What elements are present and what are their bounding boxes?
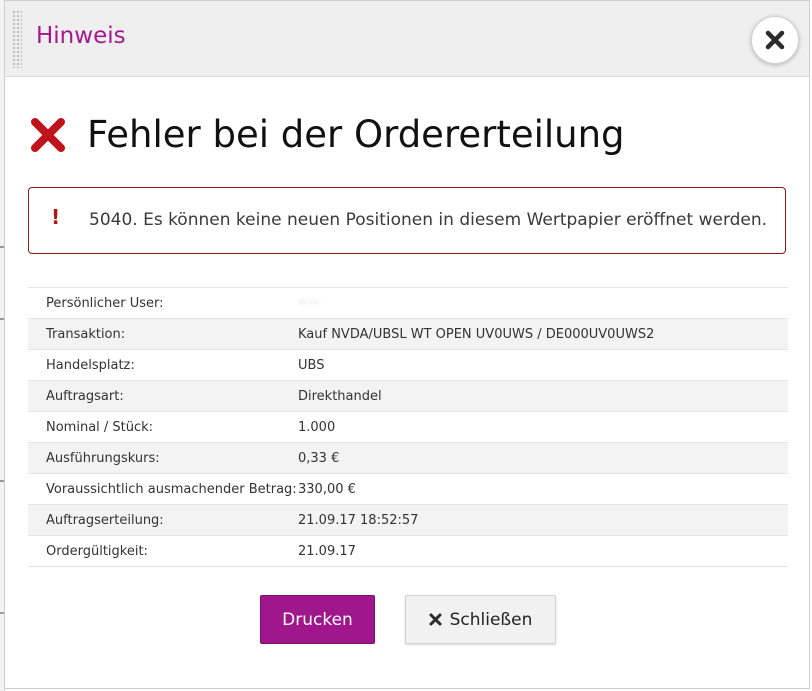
dialog-close-button[interactable] — [751, 16, 799, 64]
error-message: 5040. Es können keine neuen Positionen i… — [89, 210, 768, 230]
detail-label: Handelsplatz: — [46, 357, 135, 373]
error-heading: Fehler bei der Ordererteilung — [29, 113, 625, 156]
drag-handle[interactable] — [12, 10, 22, 68]
page: Hinweis Fehler bei der Ordererteilung ! … — [0, 0, 812, 691]
order-details-table: Persönlicher User: ·· ·· Transaktion: Ka… — [28, 287, 788, 567]
table-row: Voraussichtlich ausmachender Betrag: 330… — [28, 473, 788, 505]
close-icon — [429, 613, 442, 626]
table-row: Auftragserteilung: 21.09.17 18:52:57 — [28, 504, 788, 536]
print-button[interactable]: Drucken — [260, 595, 375, 644]
dialog-title: Hinweis — [36, 23, 126, 49]
detail-value: Kauf NVDA/UBSL WT OPEN UV0UWS / DE000UV0… — [298, 326, 655, 342]
table-row: Persönlicher User: ·· ·· — [28, 287, 788, 319]
detail-label: Ausführungskurs: — [46, 450, 160, 466]
exclamation-icon: ! — [51, 205, 61, 229]
detail-label: Persönlicher User: — [46, 295, 164, 311]
detail-label: Nominal / Stück: — [46, 419, 154, 435]
detail-value: 330,00 € — [298, 481, 356, 497]
detail-value: 21.09.17 18:52:57 — [298, 512, 419, 528]
hinweis-dialog: Hinweis Fehler bei der Ordererteilung ! … — [4, 0, 810, 689]
table-row: Ausführungskurs: 0,33 € — [28, 442, 788, 474]
detail-label: Ordergültigkeit: — [46, 543, 148, 559]
error-title: Fehler bei der Ordererteilung — [87, 113, 625, 156]
detail-value: 0,33 € — [298, 450, 340, 466]
detail-value: Direkthandel — [298, 388, 382, 404]
detail-label: Transaktion: — [46, 326, 126, 342]
error-alert: ! 5040. Es können keine neuen Positionen… — [28, 187, 786, 254]
close-icon — [765, 30, 785, 50]
dialog-header: Hinweis — [5, 1, 809, 77]
table-row: Nominal / Stück: 1.000 — [28, 411, 788, 443]
detail-label: Voraussichtlich ausmachender Betrag: — [46, 481, 297, 497]
table-row: Auftragsart: Direkthandel — [28, 380, 788, 412]
error-x-icon — [29, 116, 67, 154]
detail-label: Auftragsart: — [46, 388, 124, 404]
detail-label: Auftragserteilung: — [46, 512, 164, 528]
detail-value: 1.000 — [298, 419, 336, 435]
table-row: Transaktion: Kauf NVDA/UBSL WT OPEN UV0U… — [28, 318, 788, 350]
detail-value: UBS — [298, 357, 325, 373]
table-row: Ordergültigkeit: 21.09.17 — [28, 535, 788, 567]
detail-value-user-redacted: ·· ·· — [298, 295, 319, 311]
detail-value: 21.09.17 — [298, 543, 356, 559]
close-button-label: Schließen — [449, 609, 533, 630]
close-button[interactable]: Schließen — [405, 595, 556, 644]
table-row: Handelsplatz: UBS — [28, 349, 788, 381]
